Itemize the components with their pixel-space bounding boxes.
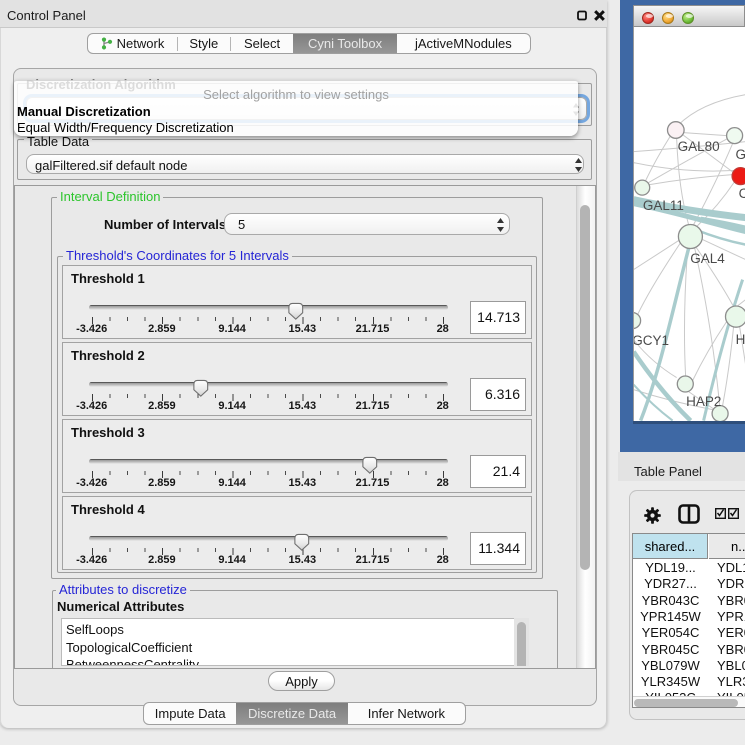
svg-text:C: C [739, 186, 745, 201]
svg-text:GAL80: GAL80 [678, 139, 720, 154]
svg-text:GCY1: GCY1 [634, 333, 669, 348]
svg-text:GAL11: GAL11 [643, 198, 684, 213]
svg-text:H: H [736, 332, 745, 347]
svg-text:GAL4: GAL4 [690, 251, 725, 266]
svg-text:GA: GA [736, 147, 745, 162]
svg-text:HAP2: HAP2 [686, 394, 721, 409]
